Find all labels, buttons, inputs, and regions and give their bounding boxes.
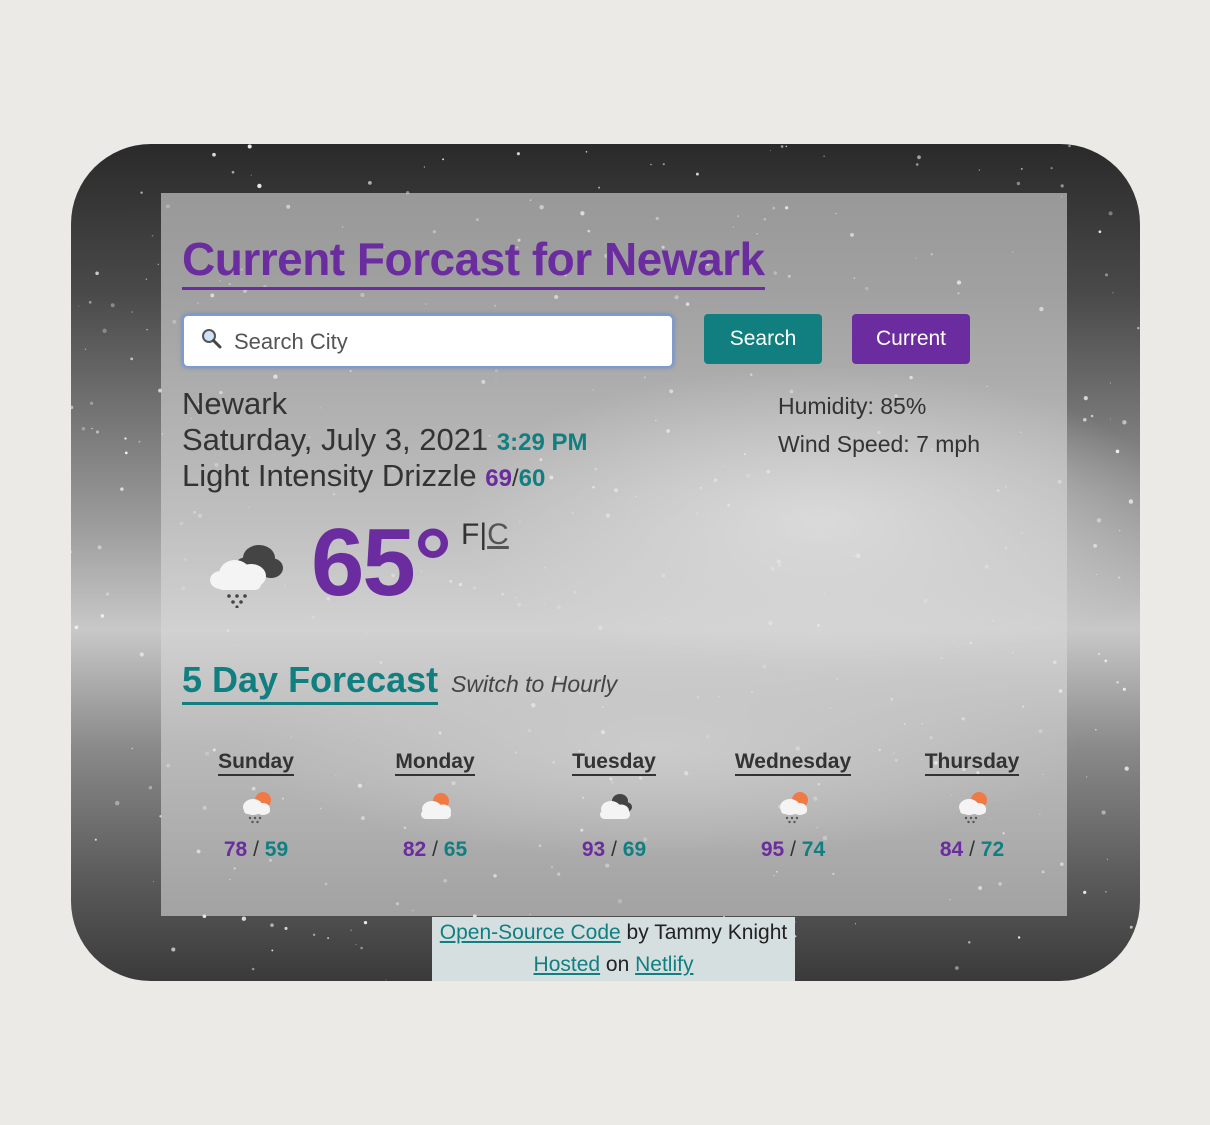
temp-separator: / bbox=[790, 838, 796, 861]
sun-rain-cloud-icon bbox=[243, 792, 271, 824]
current-date: Saturday, July 3, 2021 bbox=[182, 422, 489, 457]
day-low: 65 bbox=[443, 838, 468, 861]
search-button[interactable]: Search bbox=[704, 314, 822, 364]
humidity: Humidity: 85% bbox=[778, 393, 927, 419]
day-temps: 78 / 59 bbox=[176, 838, 336, 862]
switch-to-hourly-link[interactable]: Switch to Hourly bbox=[451, 671, 617, 698]
author-text: by Tammy Knight bbox=[620, 921, 788, 944]
search-input[interactable] bbox=[232, 316, 666, 368]
day-temps: 95 / 74 bbox=[713, 838, 873, 862]
forecast-day: Sunday 78 / 59 bbox=[176, 750, 336, 862]
today-high: 69 bbox=[485, 465, 512, 492]
hosted-link[interactable]: Hosted bbox=[534, 953, 601, 976]
rain-cloud-icon bbox=[210, 545, 283, 608]
day-high: 82 bbox=[402, 838, 427, 861]
source-code-link[interactable]: Open-Source Code bbox=[440, 921, 621, 944]
forecast-row: Sunday 78 / 59 Monday 82 / 65 Tuesday 93… bbox=[161, 750, 1067, 870]
forecast-day: Tuesday 93 / 69 bbox=[534, 750, 694, 862]
sun-rain-cloud-icon bbox=[780, 792, 808, 824]
day-high: 93 bbox=[581, 838, 606, 861]
current-time: 3:29 PM bbox=[496, 429, 588, 456]
sun-rain-cloud-icon bbox=[959, 792, 987, 824]
day-high: 78 bbox=[223, 838, 248, 861]
day-temps: 82 / 65 bbox=[355, 838, 515, 862]
temp-separator: / bbox=[969, 838, 975, 861]
day-name: Tuesday bbox=[572, 750, 656, 776]
unit-toggle: F|C bbox=[461, 518, 509, 552]
current-temperature: 65° bbox=[311, 509, 452, 616]
fahrenheit-link[interactable]: F bbox=[461, 518, 479, 551]
city-name: Newark bbox=[182, 386, 288, 421]
sun-cloud-icon bbox=[421, 793, 451, 819]
day-low: 74 bbox=[801, 838, 826, 861]
day-name: Thursday bbox=[924, 750, 1020, 776]
day-name: Sunday bbox=[218, 750, 294, 776]
forecast-day: Thursday 84 / 72 bbox=[892, 750, 1052, 862]
footer-line-2: Hosted on Netlify bbox=[432, 949, 795, 981]
day-low: 72 bbox=[980, 838, 1005, 861]
unit-separator: | bbox=[479, 518, 488, 551]
day-temps: 84 / 72 bbox=[892, 838, 1052, 862]
day-low: 69 bbox=[622, 838, 647, 861]
wind-speed: Wind Speed: 7 mph bbox=[778, 431, 981, 457]
forecast-day: Wednesday 95 / 74 bbox=[713, 750, 873, 862]
dark-cloud-icon bbox=[600, 794, 632, 819]
day-high: 95 bbox=[760, 838, 785, 861]
day-low: 59 bbox=[264, 838, 289, 861]
celsius-link[interactable]: C bbox=[487, 518, 509, 551]
date-line: Saturday, July 3, 2021 3:29 PM bbox=[182, 422, 588, 458]
forecast-day: Monday 82 / 65 bbox=[355, 750, 515, 862]
search-icon bbox=[202, 329, 222, 349]
temp-separator: / bbox=[511, 465, 519, 492]
day-name: Wednesday bbox=[734, 750, 852, 776]
temp-separator: / bbox=[611, 838, 617, 861]
netlify-link[interactable]: Netlify bbox=[635, 953, 693, 976]
footer-line-1: Open-Source Code by Tammy Knight bbox=[432, 917, 795, 949]
search-box[interactable] bbox=[182, 314, 674, 368]
day-name: Monday bbox=[395, 750, 475, 776]
current-location-button[interactable]: Current bbox=[852, 314, 970, 364]
temp-separator: / bbox=[432, 838, 438, 861]
description-line: Light Intensity Drizzle 69/60 bbox=[182, 458, 545, 494]
page-title: Current Forcast for Newark bbox=[182, 233, 765, 290]
forecast-title: 5 Day Forecast bbox=[182, 658, 439, 705]
app-frame: Current Forcast for Newark Search Curren… bbox=[71, 144, 1140, 981]
day-high: 84 bbox=[939, 838, 964, 861]
on-text: on bbox=[600, 953, 636, 976]
day-temps: 93 / 69 bbox=[534, 838, 694, 862]
today-low: 60 bbox=[518, 465, 546, 492]
temp-separator: / bbox=[253, 838, 259, 861]
weather-panel: Current Forcast for Newark Search Curren… bbox=[161, 193, 1067, 916]
weather-description: Light Intensity Drizzle bbox=[182, 458, 477, 493]
footer: Open-Source Code by Tammy Knight Hosted … bbox=[432, 917, 795, 981]
